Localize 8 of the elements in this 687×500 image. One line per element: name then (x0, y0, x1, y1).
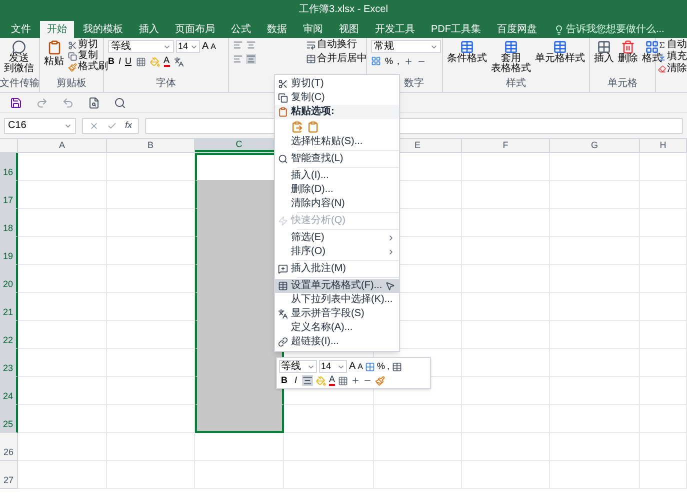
menu-section-label: 粘贴选项: (291, 107, 334, 117)
group-label: 文件传输 (0, 79, 40, 90)
window-title: 工作簿3.xlsx - Excel (299, 4, 388, 14)
group-label: 数字 (404, 79, 424, 90)
group-label: 字体 (156, 79, 176, 90)
group-label: 样式 (506, 79, 526, 90)
group-label: 剪贴板 (56, 79, 86, 90)
group-label: 单元格 (608, 79, 638, 90)
